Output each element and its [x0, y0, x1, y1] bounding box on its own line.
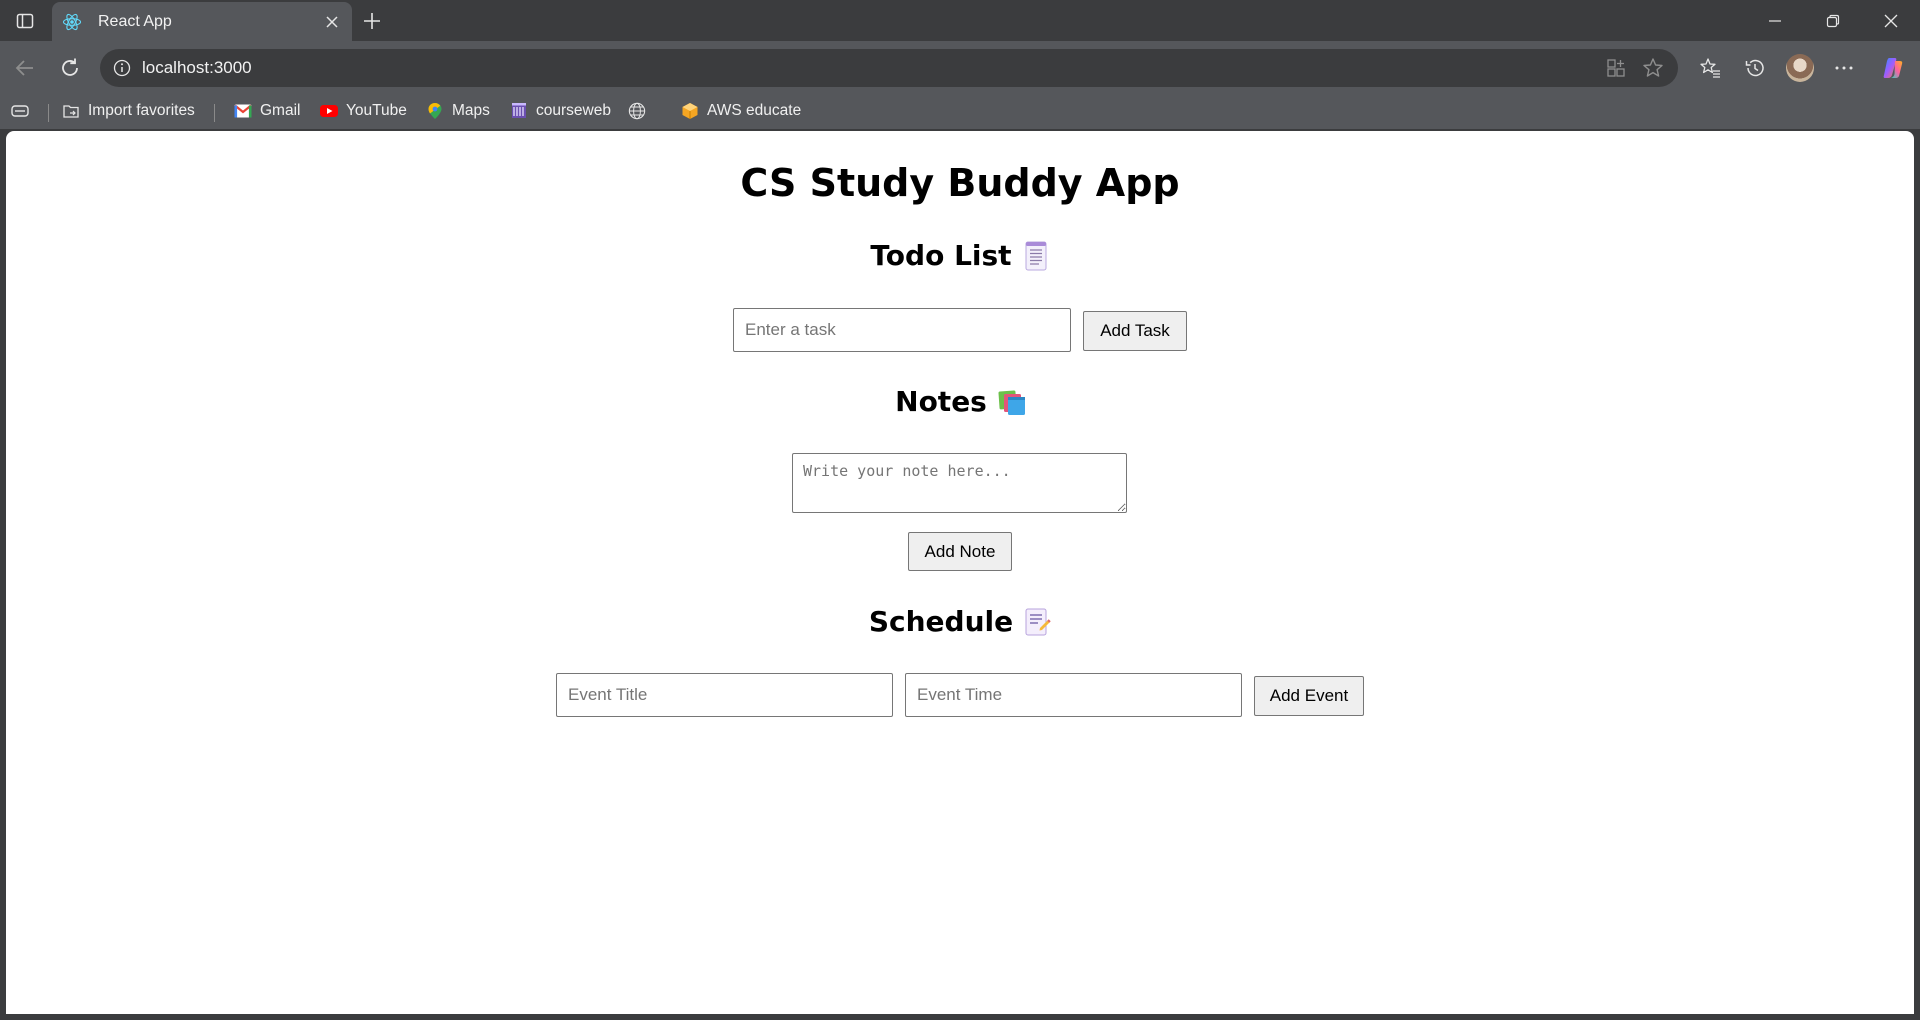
event-title-input[interactable]: [556, 673, 893, 717]
back-arrow-icon: [15, 60, 33, 76]
bookmark-courseweb[interactable]: courseweb: [510, 99, 611, 123]
close-window-button[interactable]: [1862, 0, 1920, 41]
add-event-button[interactable]: Add Event: [1254, 676, 1364, 716]
memo-icon: [1022, 241, 1050, 271]
restore-icon: [1826, 14, 1840, 27]
favorite-star-icon[interactable]: [1641, 56, 1665, 80]
plus-icon: [364, 13, 380, 29]
globe-icon: [628, 102, 646, 120]
history-icon[interactable]: [1739, 52, 1771, 84]
minimize-button[interactable]: [1746, 0, 1804, 41]
browser-window: React App localhost:3000 Import favorite…: [0, 0, 1920, 1020]
event-time-input[interactable]: [905, 673, 1242, 717]
add-note-button[interactable]: Add Note: [908, 532, 1012, 571]
notepad-icon: [1023, 607, 1051, 637]
back-button[interactable]: [9, 52, 41, 84]
bookmark-import-favorites[interactable]: Import favorites: [62, 99, 195, 123]
youtube-icon: [320, 102, 338, 120]
notes-heading-text: Notes: [895, 385, 987, 418]
aws-educate-icon: [681, 102, 699, 120]
close-icon: [1884, 14, 1898, 27]
import-favorites-icon: [62, 102, 80, 120]
bookmarks-separator: [214, 104, 215, 122]
schedule-heading: Schedule: [6, 605, 1914, 638]
minimize-icon: [1769, 19, 1781, 22]
refresh-button[interactable]: [54, 52, 86, 84]
bookmark-maps[interactable]: Maps: [426, 99, 490, 123]
bookmark-globe[interactable]: [628, 99, 654, 123]
tab-title: React App: [98, 12, 172, 30]
bookmark-youtube[interactable]: YouTube: [320, 99, 407, 123]
url-text: localhost:3000: [142, 58, 252, 77]
react-logo-icon: [60, 10, 84, 34]
gmail-icon: [234, 102, 252, 120]
todo-heading-text: Todo List: [870, 239, 1012, 272]
bookmarks-bar: Import favorites Gmail YouTube Maps cour…: [0, 93, 1920, 129]
page-viewport: CS Study Buddy App Todo List Add Task No…: [6, 131, 1914, 1014]
site-info-icon[interactable]: [110, 56, 134, 80]
tab-actions-icon[interactable]: [8, 6, 42, 36]
note-textarea[interactable]: [792, 453, 1127, 513]
page-title: CS Study Buddy App: [740, 161, 1180, 205]
app-available-icon[interactable]: [1604, 56, 1628, 80]
books-icon: [997, 387, 1025, 417]
maps-icon: [426, 102, 444, 120]
add-task-button[interactable]: Add Task: [1083, 311, 1187, 351]
schedule-heading-text: Schedule: [868, 605, 1014, 638]
todo-heading: Todo List: [6, 239, 1914, 272]
bookmarks-separator: [48, 104, 49, 122]
favorites-icon[interactable]: [1694, 52, 1726, 84]
study-buddy-app: CS Study Buddy App Todo List Add Task No…: [6, 131, 1914, 1014]
profile-avatar[interactable]: [1786, 54, 1814, 82]
bookmark-gmail[interactable]: Gmail: [234, 99, 300, 123]
title-bar: React App: [0, 0, 1920, 41]
address-bar[interactable]: localhost:3000: [100, 49, 1678, 87]
new-tab-button[interactable]: [357, 6, 387, 36]
refresh-icon: [62, 58, 78, 76]
courseweb-icon: [510, 102, 528, 120]
hide-bookmarks-icon[interactable]: [10, 99, 32, 123]
copilot-icon[interactable]: [1877, 52, 1909, 84]
browser-toolbar: localhost:3000: [0, 41, 1920, 93]
notes-heading: Notes: [6, 385, 1914, 418]
close-tab-icon[interactable]: [318, 8, 346, 36]
tab-react-app[interactable]: React App: [52, 2, 352, 41]
bookmark-aws-educate[interactable]: AWS educate: [681, 99, 801, 123]
more-options-icon[interactable]: [1828, 52, 1860, 84]
task-input[interactable]: [733, 308, 1071, 352]
restore-button[interactable]: [1804, 0, 1862, 41]
